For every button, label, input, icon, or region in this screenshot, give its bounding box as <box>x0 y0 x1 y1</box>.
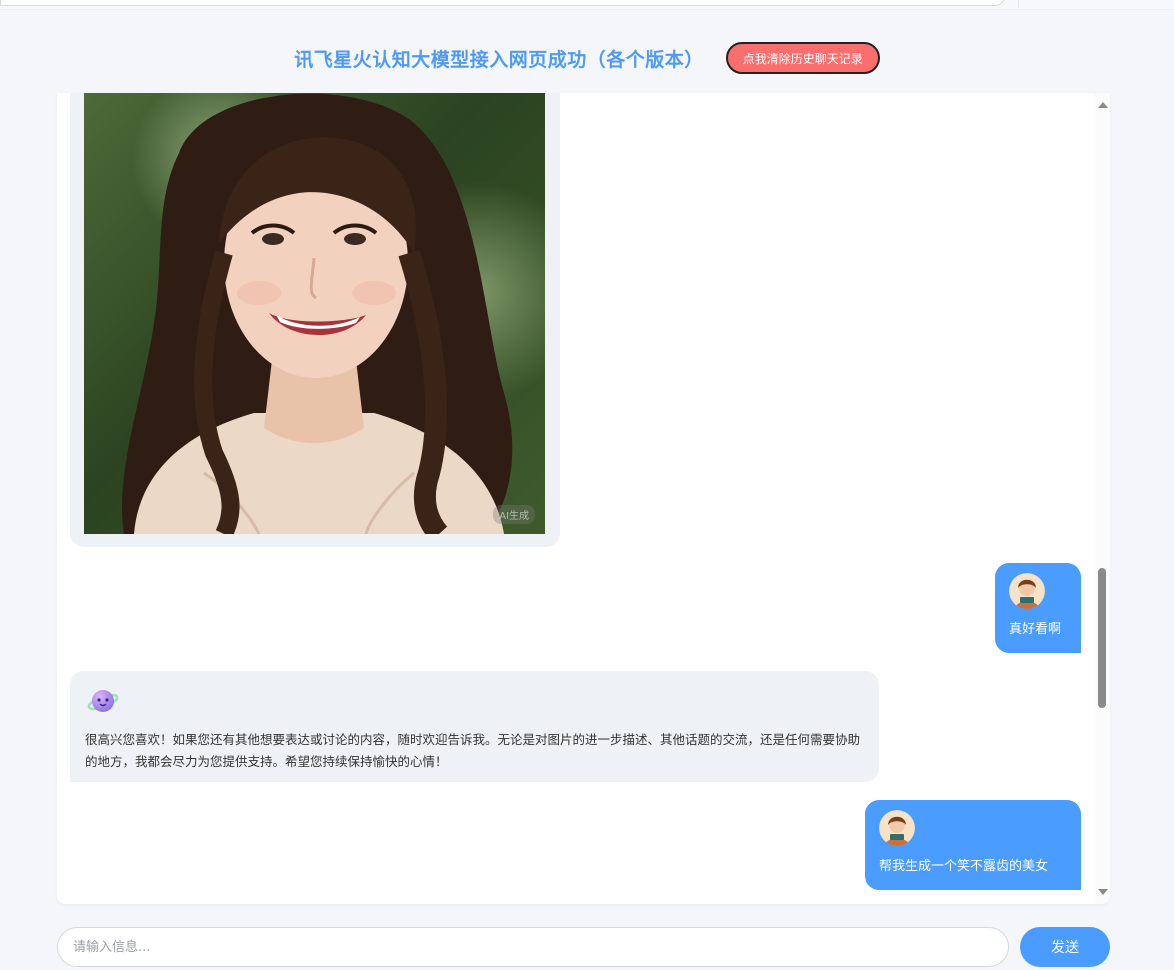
scroll-thumb[interactable] <box>1098 568 1106 708</box>
page-title: 讯飞星火认知大模型接入网页成功（各个版本） <box>294 48 704 71</box>
ai-generated-watermark: AI生成 <box>493 505 535 524</box>
generated-portrait-image[interactable]: AI生成 <box>84 93 545 534</box>
spark-assistant-icon <box>85 683 121 719</box>
composer: 发送 <box>57 927 1110 967</box>
portrait-illustration <box>121 93 513 534</box>
address-bar-remnant[interactable] <box>0 0 1005 6</box>
assistant-message-text: 很高兴您喜欢！如果您还有其他想要表达或讨论的内容，随时欢迎告诉我。无论是对图片的… <box>85 732 861 769</box>
page-header: 讯飞星火认知大模型接入网页成功（各个版本） 点我清除历史聊天记录 <box>0 40 1174 76</box>
scroll-down-arrow-icon[interactable] <box>1098 889 1108 895</box>
user-avatar-icon <box>1009 573 1045 609</box>
toolbar-divider <box>1018 0 1019 8</box>
clear-history-button[interactable]: 点我清除历史聊天记录 <box>725 42 880 74</box>
scroll-up-arrow-icon[interactable] <box>1098 102 1108 108</box>
user-message: 帮我生成一个笑不露齿的美女 <box>865 800 1081 890</box>
user-avatar-icon <box>879 810 915 846</box>
message-input[interactable] <box>57 927 1009 967</box>
user-message-text: 真好看啊 <box>1009 622 1062 637</box>
assistant-message: 很高兴您喜欢！如果您还有其他想要表达或讨论的内容，随时欢迎告诉我。无论是对图片的… <box>70 671 879 782</box>
user-message: 真好看啊 <box>995 563 1081 653</box>
browser-top-strip <box>0 0 1174 10</box>
user-message-text: 帮我生成一个笑不露齿的美女 <box>879 859 1049 874</box>
chat-history-panel[interactable]: AI生成 真好看啊 很高兴您喜欢！如果您还有其他想要表达或讨论的内容，随时欢迎告… <box>57 93 1110 904</box>
chat-scrollbar[interactable] <box>1094 93 1110 904</box>
send-button[interactable]: 发送 <box>1020 927 1110 967</box>
assistant-image-message: AI生成 <box>70 93 560 547</box>
